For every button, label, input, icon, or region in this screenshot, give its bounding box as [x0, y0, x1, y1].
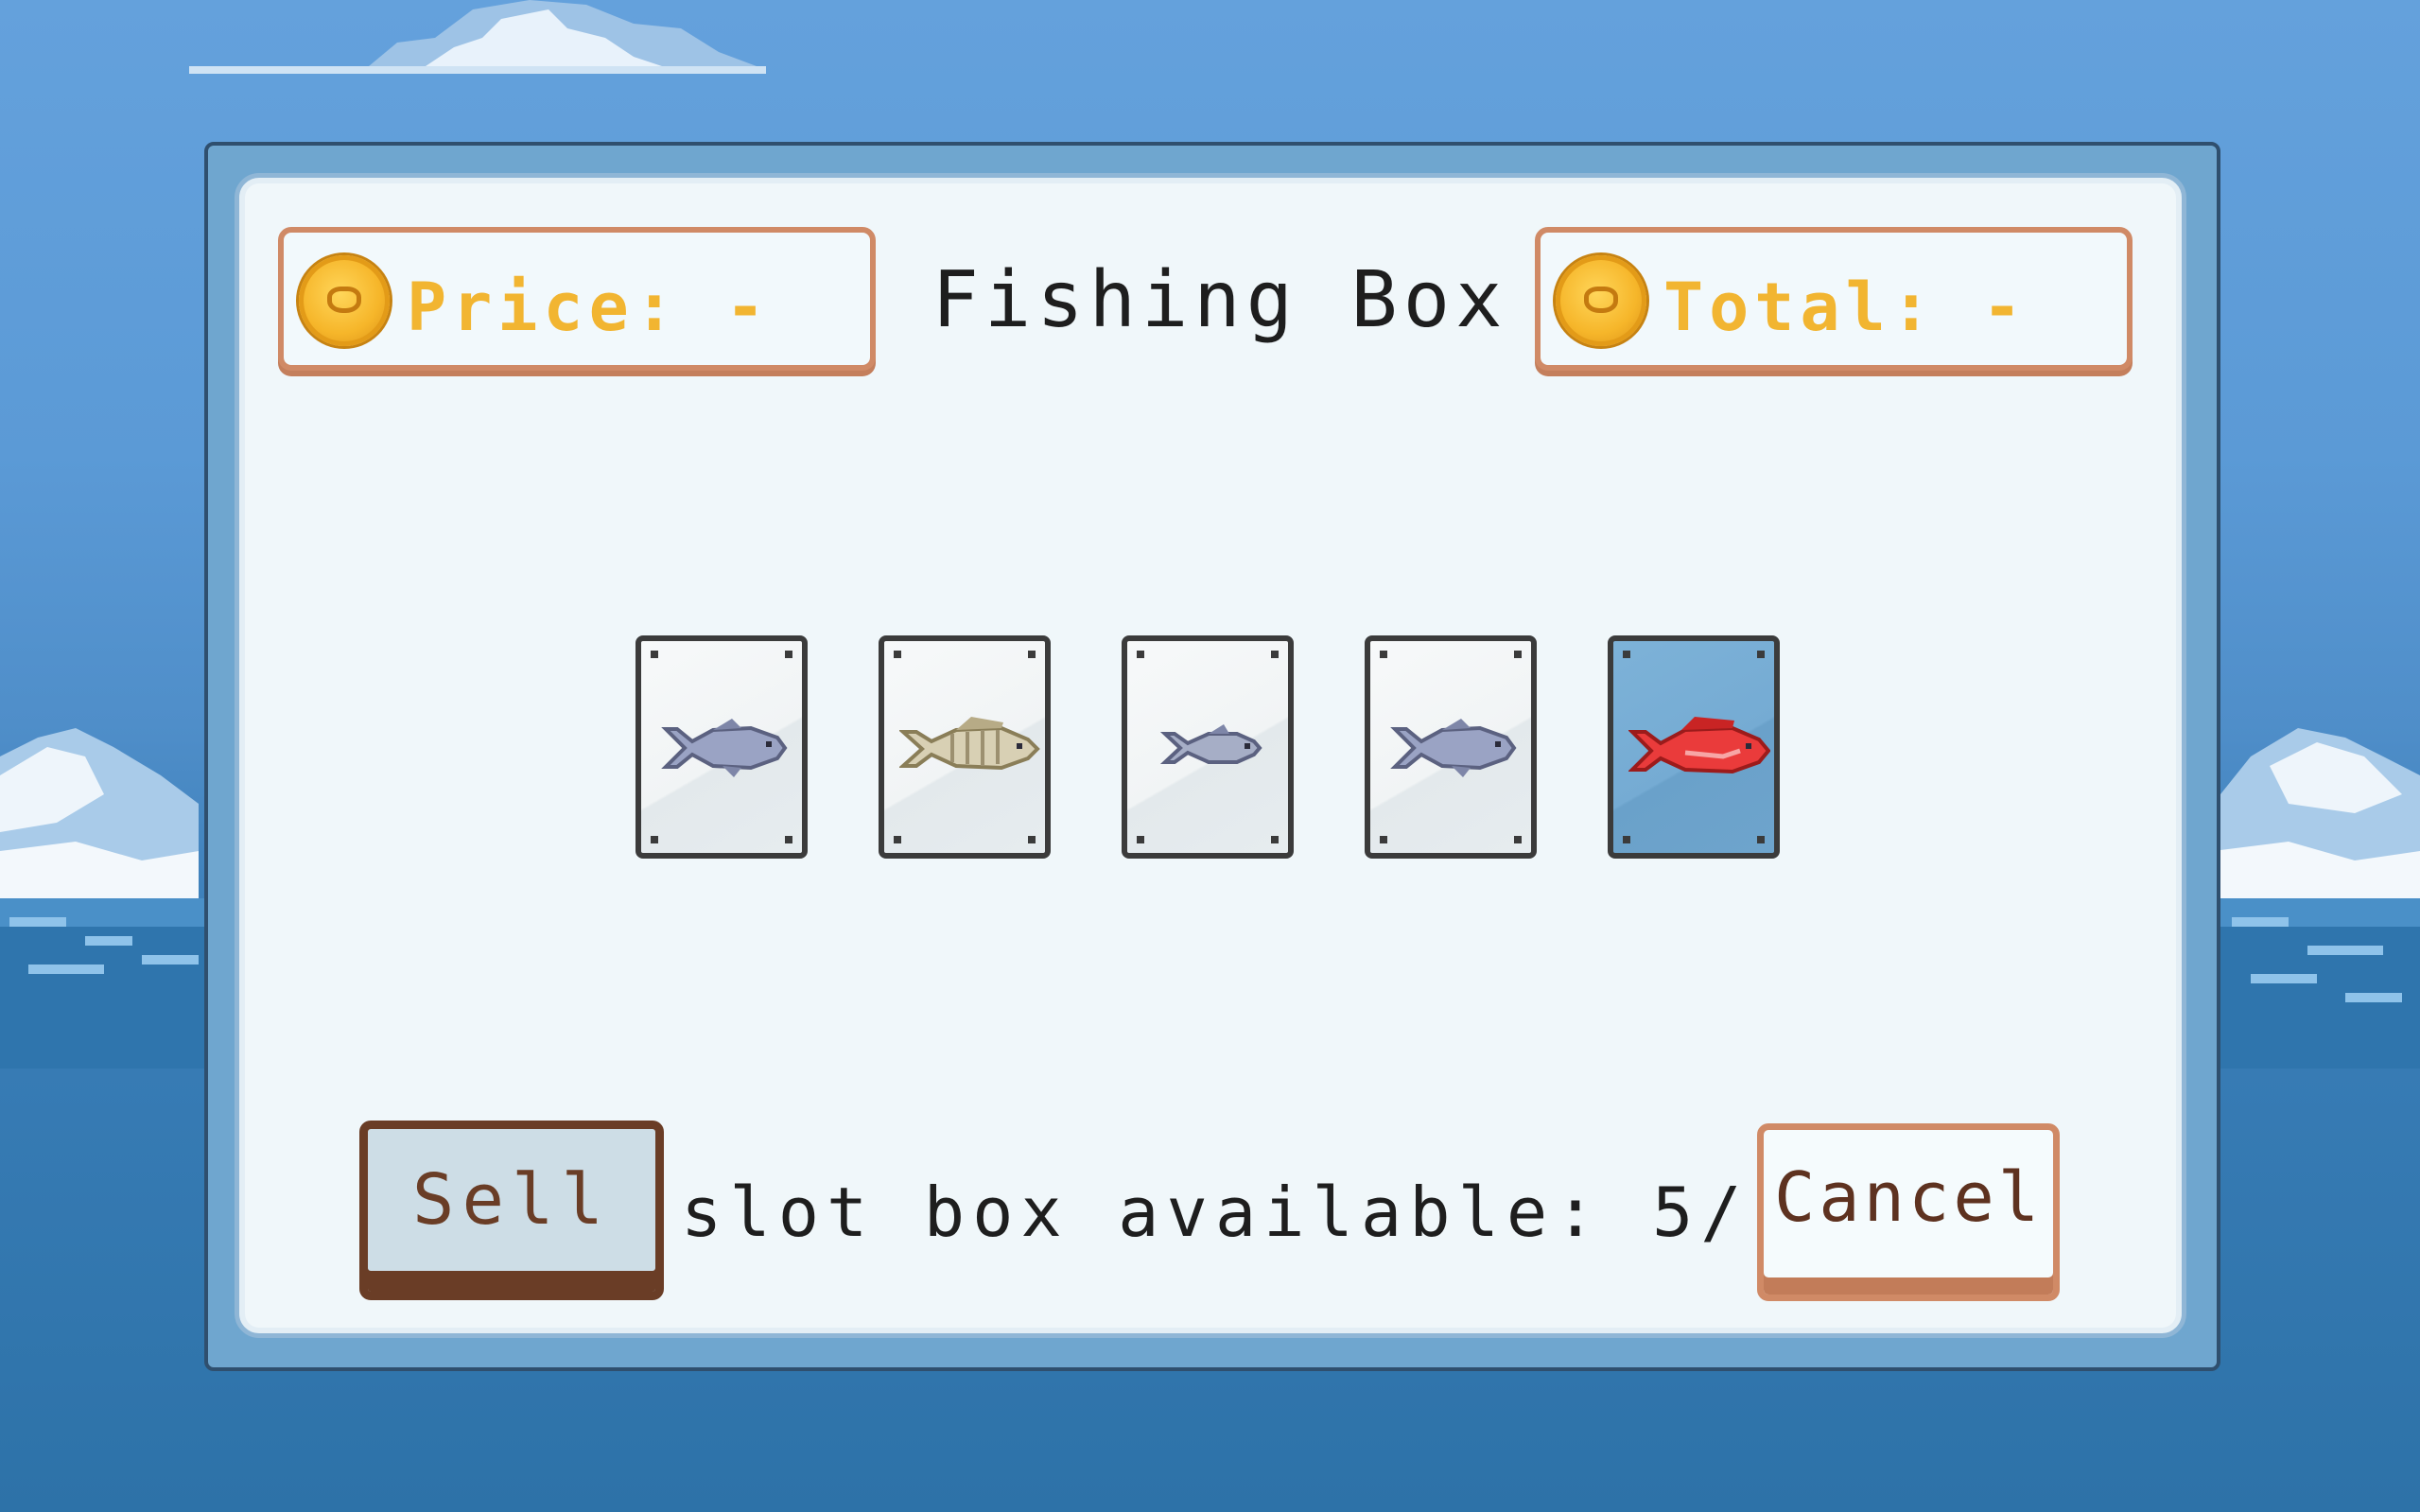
- fish-slot-4[interactable]: [1365, 635, 1537, 859]
- striped-bass-icon: [899, 717, 1040, 771]
- price-box: Price: -: [278, 227, 876, 371]
- cancel-button[interactable]: Cancel: [1757, 1123, 2060, 1301]
- red-snapper-icon: [1628, 717, 1770, 774]
- cloud-right: [2213, 728, 2420, 898]
- fish-slot-5-selected[interactable]: [1608, 635, 1780, 859]
- small-gray-fish-icon: [1159, 724, 1262, 764]
- gray-tuna-icon: [661, 719, 788, 777]
- sell-button[interactable]: Sell: [359, 1121, 664, 1300]
- gray-tuna-icon: [1390, 719, 1517, 777]
- price-label: Price: -: [407, 269, 772, 346]
- coin-icon: [299, 255, 390, 346]
- coin-icon: [1556, 255, 1646, 346]
- total-box: Total: -: [1535, 227, 2133, 371]
- total-label: Total: -: [1663, 269, 2028, 346]
- cloud-top: [189, 0, 766, 74]
- slot-status-text: slot box available: 5/10: [681, 1173, 1847, 1252]
- fish-slot-1[interactable]: [635, 635, 808, 859]
- cloud-left: [0, 728, 199, 898]
- dialog-title: Fishing Box: [931, 255, 1508, 345]
- fish-slot-2[interactable]: [879, 635, 1051, 859]
- fish-slot-3[interactable]: [1122, 635, 1294, 859]
